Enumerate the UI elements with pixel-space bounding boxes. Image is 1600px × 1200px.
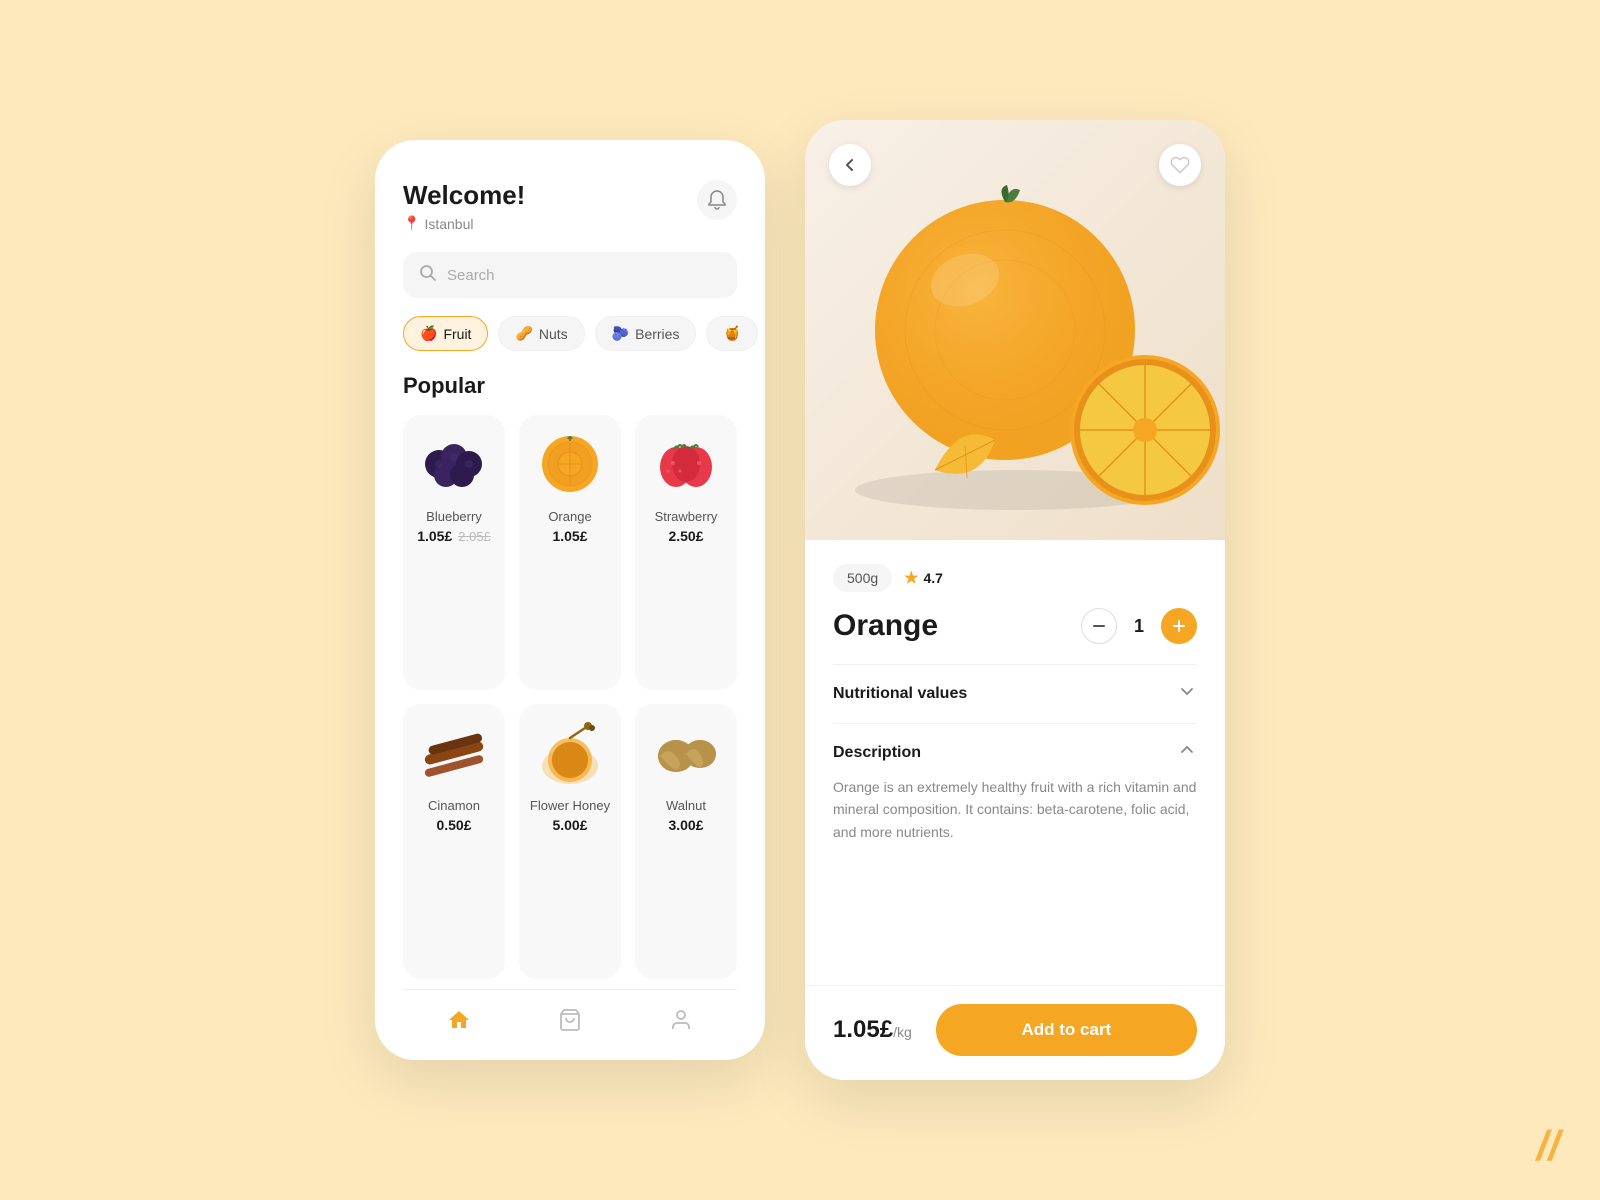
nutritional-values-chevron-down-icon [1177,681,1197,707]
product-prices-walnut: 3.00£ [668,817,703,833]
screens-container: Welcome! 📍 Istanbul Sear [375,120,1225,1080]
nav-cart[interactable] [558,1008,582,1032]
product-card-walnut[interactable]: Walnut 3.00£ [635,704,737,979]
welcome-title: Welcome! [403,180,525,211]
product-name-strawberry: Strawberry [655,509,718,524]
product-name-walnut: Walnut [666,798,706,813]
bottom-bar: 1.05£/kg Add to cart [805,985,1225,1080]
product-card-strawberry[interactable]: Strawberry 2.50£ [635,415,737,690]
product-name-flower-honey: Flower Honey [530,798,610,813]
berries-label: Berries [635,326,679,342]
quantity-control: 1 [1081,608,1197,644]
price-current-cinnamon: 0.50£ [436,817,471,833]
products-grid: Blueberry 1.05£ 2.05£ [403,415,737,979]
category-fruit[interactable]: 🍎 Fruit [403,316,488,351]
product-prices-flower-honey: 5.00£ [552,817,587,833]
product-prices-strawberry: 2.50£ [668,528,703,544]
product-image-blueberry [414,429,494,499]
header-left: Welcome! 📍 Istanbul [403,180,525,232]
fruit-label: Fruit [443,326,471,342]
watermark: // [1537,1122,1560,1170]
search-bar[interactable]: Search [403,252,737,298]
rating-value: 4.7 [924,570,943,586]
description-header[interactable]: Description [833,740,1197,766]
left-screen: Welcome! 📍 Istanbul Sear [375,140,765,1060]
product-card-flower-honey[interactable]: Flower Honey 5.00£ [519,704,621,979]
notification-bell-button[interactable] [697,180,737,220]
price-current-walnut: 3.00£ [668,817,703,833]
search-icon [419,264,437,286]
product-image-strawberry [646,429,726,499]
price-unit: /kg [893,1024,912,1040]
nuts-label: Nuts [539,326,568,342]
product-name-orange: Orange [548,509,591,524]
product-prices-orange: 1.05£ [552,528,587,544]
categories-row: 🍎 Fruit 🥜 Nuts 🫐 Berries 🍯 [403,316,737,351]
product-prices-cinnamon: 0.50£ [436,817,471,833]
product-image-orange [530,429,610,499]
description-chevron-up-icon [1177,740,1197,766]
quantity-value: 1 [1129,616,1149,637]
nuts-emoji: 🥜 [515,325,532,342]
header: Welcome! 📍 Istanbul [403,180,737,232]
right-screen: 500g ★ 4.7 Orange 1 [805,120,1225,1080]
product-price-display: 1.05£/kg [833,1016,912,1044]
location: 📍 Istanbul [403,215,525,232]
product-prices-blueberry: 1.05£ 2.05£ [417,528,491,544]
price-amount: 1.05£ [833,1016,893,1043]
product-title-row: Orange 1 [833,608,1197,644]
product-name-blueberry: Blueberry [426,509,482,524]
description-label: Description [833,744,921,762]
location-pin-icon: 📍 [403,215,420,232]
add-to-cart-button[interactable]: Add to cart [936,1004,1197,1056]
location-text: Istanbul [424,216,473,232]
description-content: Orange is an extremely healthy fruit wit… [833,776,1197,843]
category-berries[interactable]: 🫐 Berries [595,316,697,351]
nav-profile[interactable] [669,1008,693,1032]
product-name-cinnamon: Cinamon [428,798,480,813]
berries-emoji: 🫐 [612,325,629,342]
back-button[interactable] [829,144,871,186]
nutritional-values-label: Nutritional values [833,685,967,703]
product-detail: 500g ★ 4.7 Orange 1 [805,540,1225,985]
price-value: 1.05£/kg [833,1016,912,1043]
price-current-strawberry: 2.50£ [668,528,703,544]
product-hero [805,120,1225,540]
fruit-emoji: 🍎 [420,325,437,342]
star-icon: ★ [904,568,918,588]
product-image-flower-honey [530,718,610,788]
favorite-button[interactable] [1159,144,1201,186]
weight-badge: 500g [833,564,892,592]
price-current-blueberry: 1.05£ [417,528,452,544]
decrease-quantity-button[interactable] [1081,608,1117,644]
nutritional-values-header[interactable]: Nutritional values [833,681,1197,707]
category-nuts[interactable]: 🥜 Nuts [498,316,584,351]
price-old-blueberry: 2.05£ [458,529,491,544]
product-card-blueberry[interactable]: Blueberry 1.05£ 2.05£ [403,415,505,690]
price-current-flower-honey: 5.00£ [552,817,587,833]
description-section: Description Orange is an extremely healt… [833,723,1197,859]
nav-home[interactable] [447,1008,471,1032]
product-card-cinnamon[interactable]: Cinamon 0.50£ [403,704,505,979]
increase-quantity-button[interactable] [1161,608,1197,644]
nutritional-values-section: Nutritional values [833,664,1197,723]
product-card-orange[interactable]: Orange 1.05£ [519,415,621,690]
search-placeholder: Search [447,267,495,284]
product-image-walnut [646,718,726,788]
honey-emoji: 🍯 [723,325,740,342]
product-image-cinnamon [414,718,494,788]
price-current-orange: 1.05£ [552,528,587,544]
popular-title: Popular [403,373,737,399]
product-title: Orange [833,609,938,643]
bottom-nav [403,989,737,1040]
rating: ★ 4.7 [904,568,943,588]
product-meta: 500g ★ 4.7 [833,564,1197,592]
category-honey[interactable]: 🍯 [706,316,757,351]
